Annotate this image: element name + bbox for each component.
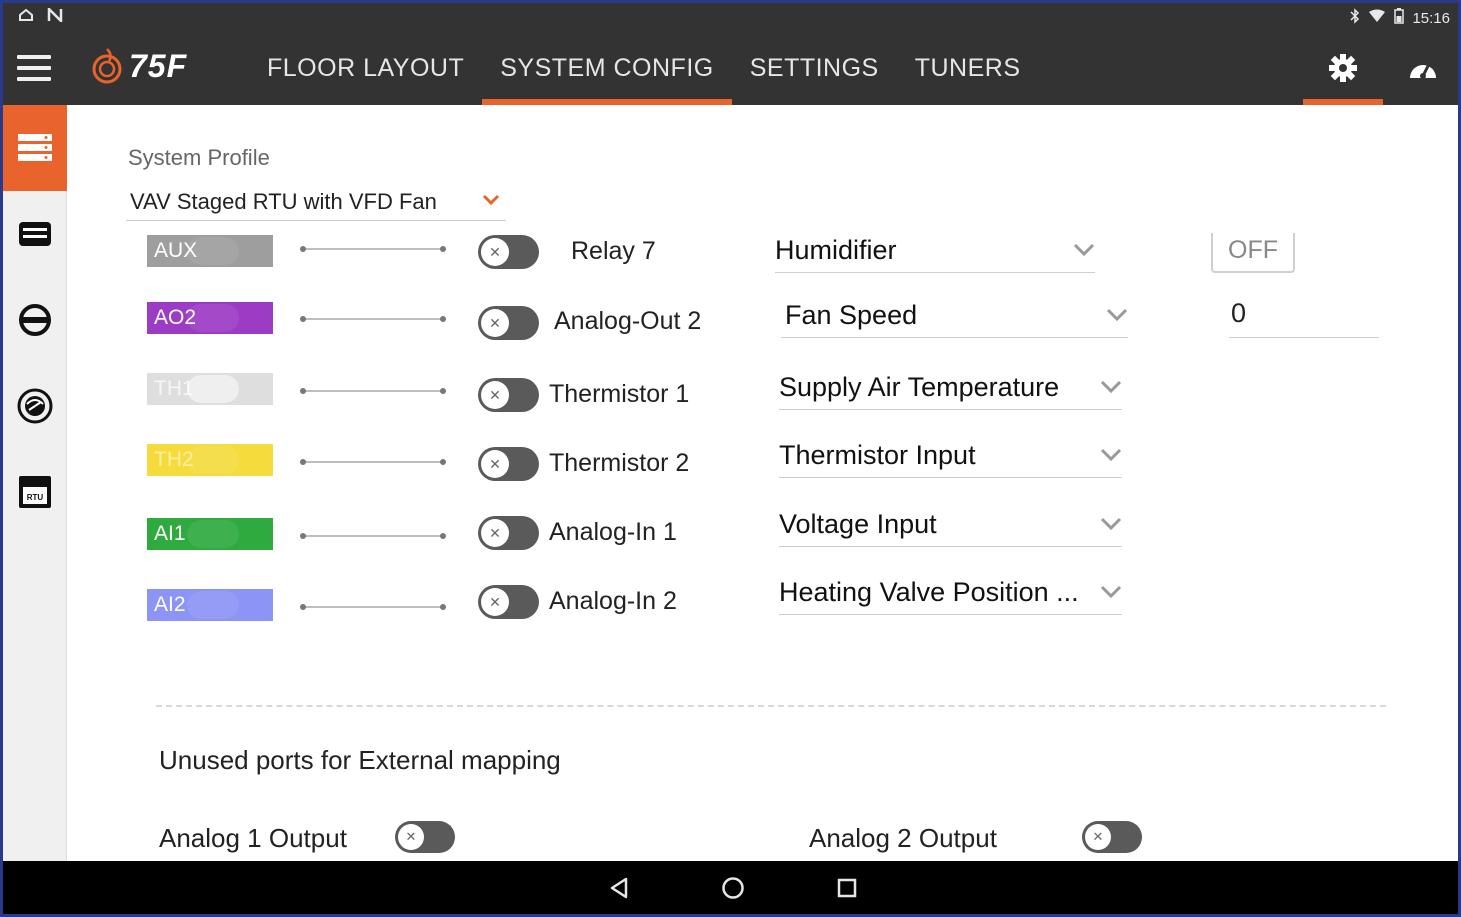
top-nav-bar: 75F FLOOR LAYOUT SYSTEM CONFIG SETTINGS … [3,31,1458,105]
port-name: Thermistor 2 [549,449,690,477]
unused-port-analog-1-output: Analog 1 Output [159,823,347,853]
chevron-down-icon [1073,243,1095,262]
chevron-down-icon [1100,585,1122,604]
port-connector [300,533,446,539]
close-icon: ✕ [481,588,509,616]
system-profile-label: System Profile [128,145,270,170]
system-profile-dropdown[interactable]: VAV Staged RTU with VFD Fan [126,183,506,221]
analog-in-1-mapping-dropdown[interactable]: Voltage Input [779,507,1122,547]
port-row-analog-in-2: AI2 ✕ Analog-In 2 Heating Valve Position… [68,569,1458,629]
port-row-relay-7: AUX ✕ Relay 7 Humidifier OFF [68,223,1458,283]
equipment-icon[interactable] [3,191,67,277]
tab-tuners[interactable]: TUNERS [897,31,1039,105]
port-chip-ai1: AI1 [147,518,273,550]
section-divider [156,705,1386,707]
status-bar: 15:16 [3,3,1458,31]
thermistor-2-mapping-dropdown[interactable]: Thermistor Input [779,438,1122,478]
home-icon[interactable] [718,873,748,903]
close-icon: ✕ [481,450,509,478]
thermistor-1-toggle[interactable]: ✕ [478,378,539,412]
chevron-down-icon [482,193,500,211]
fan-icon[interactable] [3,363,67,449]
system-profile-value: VAV Staged RTU with VFD Fan [130,188,437,214]
fan-speed-value-field[interactable]: 0 [1229,298,1379,338]
port-connector [300,388,446,394]
port-name: Analog-In 1 [549,518,677,546]
rtu-label: RTU [27,493,44,502]
rtu-icon[interactable]: RTU [3,449,67,535]
back-icon[interactable] [604,873,634,903]
relay-7-toggle[interactable]: ✕ [478,235,539,269]
port-chip-th1: TH1 [147,373,273,405]
app-window: 15:16 75F FLOOR LAYOUT SYSTEM CONFIG SET… [3,3,1458,914]
thermistor-2-toggle[interactable]: ✕ [478,447,539,481]
menu-icon[interactable] [17,55,51,81]
port-row-analog-in-1: AI1 ✕ Analog-In 1 Voltage Input [68,501,1458,561]
port-connector [300,246,446,252]
port-chip-th2: TH2 [147,444,273,476]
side-rail: RTU [3,105,67,861]
analog-in-2-mapping-dropdown[interactable]: Heating Valve Position ... [779,575,1122,615]
dashboard-icon[interactable] [1383,31,1458,105]
port-connector [300,316,446,322]
chevron-down-icon [1100,380,1122,399]
port-row-analog-out-2: AO2 ✕ Analog-Out 2 Fan Speed 0 [68,289,1458,349]
wifi-icon [1368,9,1386,27]
close-icon: ✕ [481,519,509,547]
cloud-icon [17,8,35,26]
status-time: 15:16 [1412,9,1450,27]
gear-icon[interactable] [1303,31,1383,105]
main-content: System Profile VAV Staged RTU with VFD F… [68,105,1458,861]
logo-text: 75F [129,47,188,84]
tab-system-config[interactable]: SYSTEM CONFIG [482,31,733,105]
port-name: Analog-Out 2 [554,307,702,335]
tab-settings[interactable]: SETTINGS [732,31,897,105]
system-nav-bar [3,861,1458,914]
close-icon: ✕ [481,381,509,409]
relay-7-off-button[interactable]: OFF [1211,233,1295,273]
close-icon: ✕ [398,824,424,850]
port-connector [300,459,446,465]
close-icon: ✕ [481,238,509,266]
logo: 75F [89,47,187,85]
relay-7-mapping-dropdown[interactable]: Humidifier [775,233,1095,273]
port-chip-ao2: AO2 [147,302,273,334]
port-name: Thermistor 1 [549,380,690,408]
port-row-thermistor-2: TH2 ✕ Thermistor 2 Thermistor Input [68,431,1458,491]
system-profile-icon[interactable] [3,105,67,191]
chevron-down-icon [1100,517,1122,536]
close-icon: ✕ [481,309,509,337]
analog-out-2-mapping-dropdown[interactable]: Fan Speed [781,298,1128,338]
logo-flame-icon [92,48,122,84]
unused-port-analog-2-output: Analog 2 Output [809,823,997,853]
tab-floor-layout[interactable]: FLOOR LAYOUT [249,31,482,105]
analog-out-2-toggle[interactable]: ✕ [478,306,539,340]
port-name: Relay 7 [571,237,656,265]
port-connector [300,604,446,610]
n-icon [47,5,63,26]
port-name: Analog-In 2 [549,587,677,615]
port-row-thermistor-1: TH1 ✕ Thermistor 1 Supply Air Temperatur… [68,361,1458,421]
close-icon: ✕ [1085,824,1111,850]
bluetooth-icon [1350,8,1360,28]
analog-in-1-toggle[interactable]: ✕ [478,516,539,550]
chevron-down-icon [1106,308,1128,327]
port-chip-aux: AUX [147,235,273,267]
port-chip-ai2: AI2 [147,589,273,621]
nav-tabs: FLOOR LAYOUT SYSTEM CONFIG SETTINGS TUNE… [249,31,1039,105]
chevron-down-icon [1100,448,1122,467]
analog-in-2-toggle[interactable]: ✕ [478,585,539,619]
battery-icon [1394,8,1405,28]
no-entry-icon[interactable] [3,277,67,363]
thermistor-1-mapping-dropdown[interactable]: Supply Air Temperature [779,370,1122,410]
analog-2-output-toggle[interactable]: ✕ [1082,821,1142,853]
recents-icon[interactable] [832,873,862,903]
analog-1-output-toggle[interactable]: ✕ [395,821,455,853]
unused-ports-title: Unused ports for External mapping [159,745,561,775]
